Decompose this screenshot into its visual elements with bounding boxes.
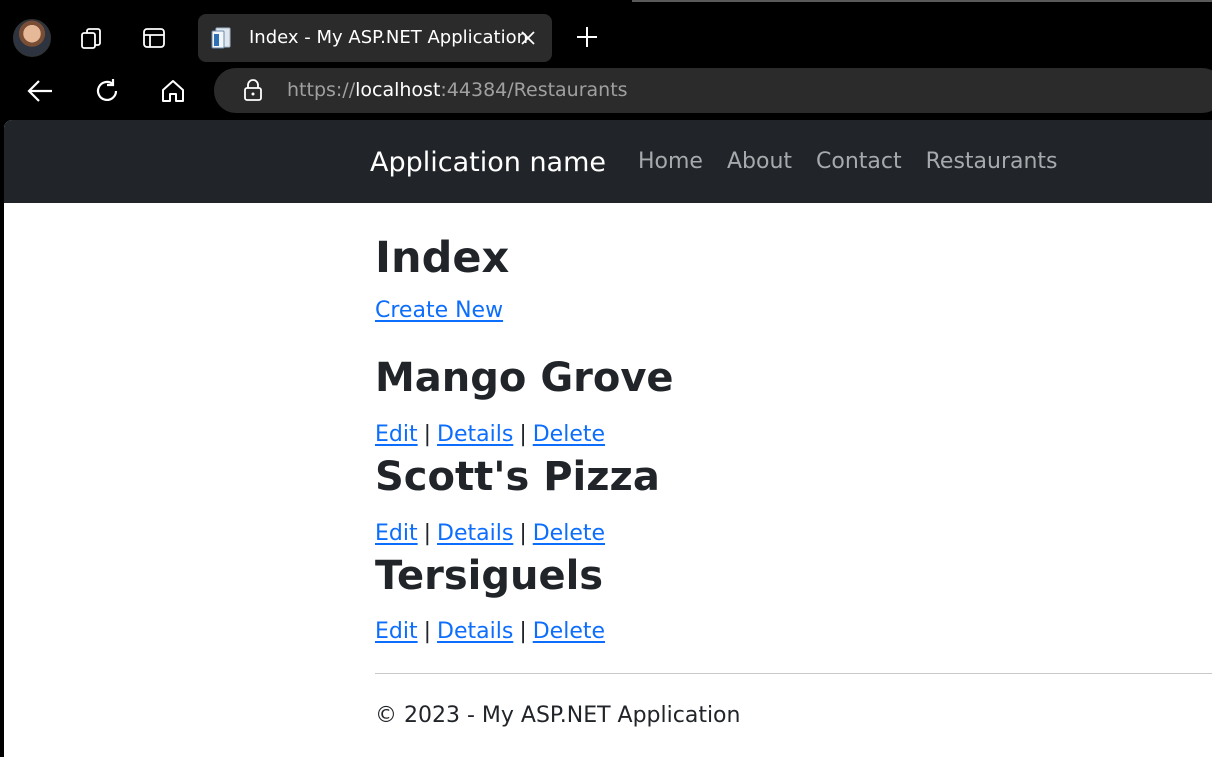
close-icon[interactable] bbox=[520, 30, 536, 46]
tab-actions-icon[interactable] bbox=[141, 25, 167, 51]
details-link[interactable]: Details bbox=[437, 619, 513, 644]
url-scheme: https:// bbox=[287, 79, 356, 101]
browser-tab-active[interactable]: Index - My ASP.NET Application bbox=[198, 14, 552, 62]
url-text[interactable]: https://localhost:44384/Restaurants bbox=[287, 79, 628, 101]
lock-icon[interactable] bbox=[243, 79, 263, 101]
restaurant-actions: Edit | Details | Delete bbox=[375, 619, 605, 644]
site-navbar: Application name Home About Contact Rest… bbox=[4, 120, 1212, 203]
separator: | bbox=[423, 422, 432, 447]
nav-link-contact[interactable]: Contact bbox=[816, 149, 902, 174]
delete-link[interactable]: Delete bbox=[533, 422, 605, 447]
back-icon[interactable] bbox=[26, 77, 54, 105]
restaurant-actions: Edit | Details | Delete bbox=[375, 422, 605, 447]
separator: | bbox=[519, 422, 527, 447]
page-viewport: Application name Home About Contact Rest… bbox=[4, 120, 1212, 757]
separator: | bbox=[423, 619, 432, 644]
restaurant-name: Scott's Pizza bbox=[375, 454, 660, 500]
nav-link-about[interactable]: About bbox=[727, 149, 792, 174]
edit-link[interactable]: Edit bbox=[375, 619, 418, 644]
nav-links: Home About Contact Restaurants bbox=[638, 149, 1058, 174]
page-icon bbox=[211, 27, 231, 49]
footer-divider bbox=[375, 673, 1212, 674]
workspaces-icon[interactable] bbox=[78, 25, 104, 51]
home-icon[interactable] bbox=[159, 77, 187, 105]
separator: | bbox=[519, 619, 527, 644]
edit-link[interactable]: Edit bbox=[375, 422, 418, 447]
nav-link-home[interactable]: Home bbox=[638, 149, 703, 174]
page-title: Index bbox=[375, 233, 510, 283]
create-new-link[interactable]: Create New bbox=[375, 298, 503, 323]
delete-link[interactable]: Delete bbox=[533, 521, 605, 546]
restaurant-name: Mango Grove bbox=[375, 355, 674, 401]
browser-chrome: Index - My ASP.NET Application https://l… bbox=[0, 0, 1212, 120]
url-path: :44384/Restaurants bbox=[440, 79, 628, 101]
delete-link[interactable]: Delete bbox=[533, 619, 605, 644]
restaurant-actions: Edit | Details | Delete bbox=[375, 521, 605, 546]
details-link[interactable]: Details bbox=[437, 521, 513, 546]
footer-text: © 2023 - My ASP.NET Application bbox=[375, 703, 741, 728]
avatar[interactable] bbox=[13, 19, 51, 57]
url-host: localhost bbox=[355, 79, 441, 101]
window-edge bbox=[632, 0, 1212, 2]
refresh-icon[interactable] bbox=[93, 77, 121, 105]
edit-link[interactable]: Edit bbox=[375, 521, 418, 546]
address-bar[interactable]: https://localhost:44384/Restaurants bbox=[214, 68, 1212, 113]
new-tab-icon[interactable] bbox=[575, 25, 599, 49]
separator: | bbox=[423, 521, 432, 546]
nav-link-restaurants[interactable]: Restaurants bbox=[926, 149, 1058, 174]
navbar-brand[interactable]: Application name bbox=[370, 147, 606, 178]
details-link[interactable]: Details bbox=[437, 422, 513, 447]
separator: | bbox=[519, 521, 527, 546]
tab-title: Index - My ASP.NET Application bbox=[249, 27, 529, 48]
restaurant-name: Tersiguels bbox=[375, 553, 604, 599]
